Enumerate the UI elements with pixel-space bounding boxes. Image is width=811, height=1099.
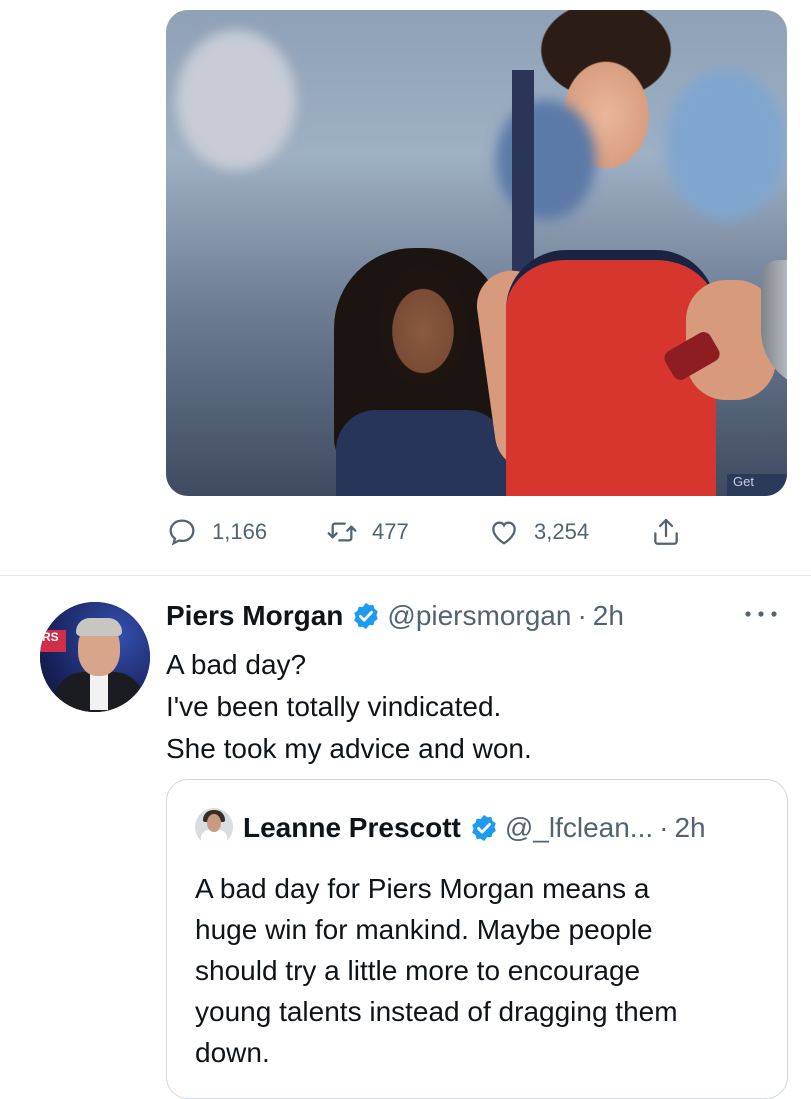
separator-dot: · (577, 600, 587, 631)
tweet-text-line: A bad day? (166, 649, 307, 680)
quoted-author-handle: @_lfclean... (504, 812, 654, 843)
tweet-timestamp[interactable]: 2h (593, 600, 624, 632)
background-person-face (378, 265, 468, 385)
like-button[interactable]: 3,254 (488, 512, 589, 552)
tweet-text: A bad day? I've been totally vindicated.… (166, 644, 532, 770)
background-crowd (176, 30, 296, 170)
quoted-timestamp: 2h (674, 812, 706, 843)
background-person-body (336, 410, 506, 496)
avatar-logo-text: RS (40, 630, 66, 652)
tweet-text-line: She took my advice and won. (166, 733, 532, 764)
quoted-text-line: huge win for mankind. Maybe people (195, 914, 653, 945)
retweet-icon (327, 522, 357, 542)
avatar-hair (76, 618, 122, 636)
verified-badge-icon (472, 814, 496, 842)
trophy-lid (786, 220, 787, 264)
separator-dot: · (659, 812, 669, 843)
reply-button[interactable]: 1,166 (166, 512, 267, 552)
share-button[interactable] (650, 512, 682, 552)
quoted-tweet-text: A bad day for Piers Morgan means a huge … (195, 868, 765, 1073)
quoted-tweet-header: Leanne Prescott @_lfclean... · 2h (243, 810, 706, 846)
retweet-count: 477 (372, 519, 409, 544)
quoted-text-line: young talents instead of dragging them (195, 996, 678, 1027)
reply-count: 1,166 (212, 519, 268, 544)
quoted-text-line: A bad day for Piers Morgan means a (195, 873, 650, 904)
media-corner-tag: Get (727, 474, 787, 496)
retweet-button[interactable]: 477 (326, 512, 409, 552)
background-crowd (496, 100, 596, 220)
quoted-text-line: down. (195, 1037, 270, 1068)
quoted-tweet-card[interactable]: Leanne Prescott @_lfclean... · 2h A bad … (166, 779, 788, 1099)
quoted-avatar (195, 808, 233, 846)
tweet-media-photo[interactable]: Get (166, 10, 787, 496)
author-name[interactable]: Piers Morgan (166, 600, 343, 632)
avatar[interactable]: RS (40, 602, 150, 712)
reply-icon (169, 519, 195, 546)
background-crowd (666, 70, 786, 220)
avatar-shirt (90, 674, 108, 710)
heart-icon (492, 521, 516, 545)
verified-badge-icon (354, 602, 379, 630)
quoted-text-line: should try a little more to encourage (195, 955, 641, 986)
author-handle[interactable]: @piersmorgan (387, 600, 571, 632)
tweet-text-line: I've been totally vindicated. (166, 691, 502, 722)
tweet-divider (0, 575, 811, 576)
quoted-author-name: Leanne Prescott (243, 812, 461, 843)
more-options-icon[interactable] (738, 604, 784, 624)
tweet-header: Piers Morgan @piersmorgan · 2h (166, 598, 624, 634)
quoted-avatar-body (201, 830, 227, 846)
share-icon (654, 518, 678, 545)
quoted-avatar-face (207, 814, 221, 832)
like-count: 3,254 (534, 519, 590, 544)
